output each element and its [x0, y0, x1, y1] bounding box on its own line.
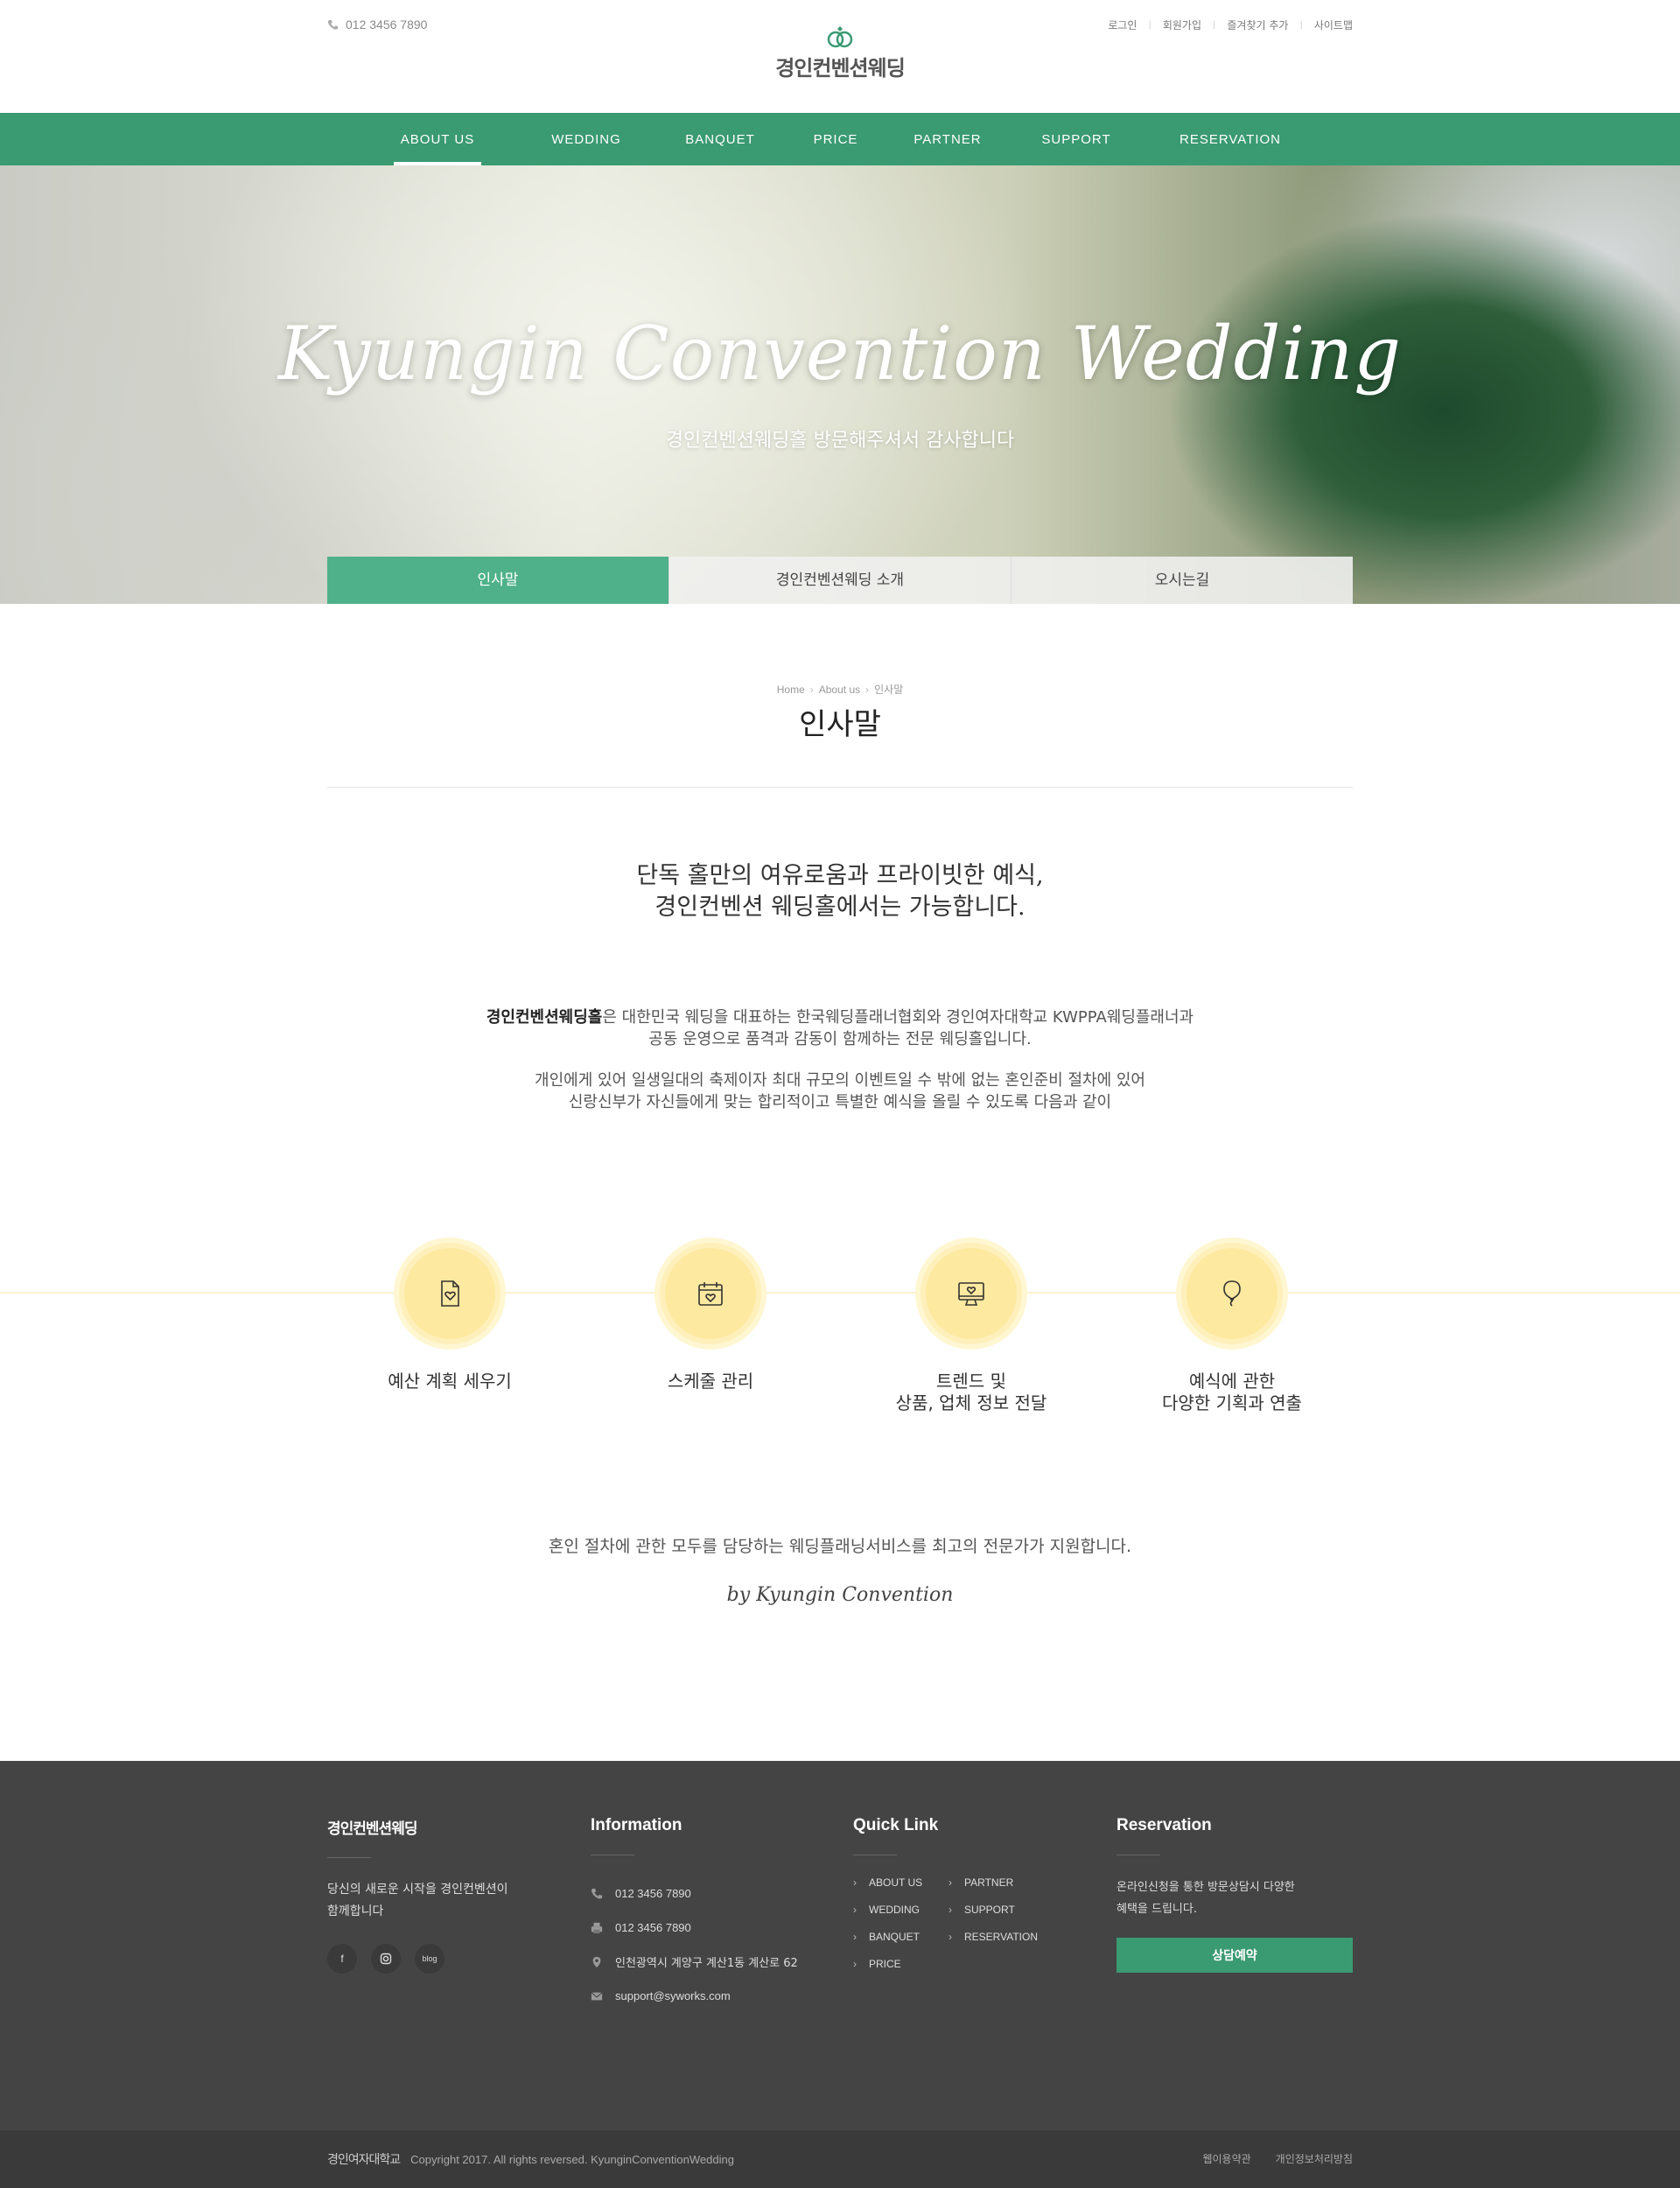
fax-icon: [591, 1922, 603, 1933]
budget-doc-heart-icon: [441, 1280, 459, 1307]
copyright-text: Copyright 2017. All rights reversed. Kyu…: [410, 2152, 734, 2166]
nav-wedding[interactable]: WEDDING: [544, 113, 628, 165]
facebook-icon[interactable]: f: [327, 1944, 357, 1974]
feature-budget: 예산 계획 세우기: [318, 1238, 581, 1392]
social-links: f blog: [327, 1944, 555, 1974]
sub-tabs: 인사말 경인컨벤션웨딩 소개 오시는길: [327, 557, 1353, 604]
feature-schedule: 스케줄 관리: [579, 1238, 842, 1392]
quick-link-reservation[interactable]: RESERVATION: [948, 1931, 1054, 1943]
intro-line-4: 신랑신부가 자신들에게 맞는 합리적이고 특별한 예식을 올릴 수 있도록 다음…: [568, 1093, 1112, 1112]
footer-brand-title: 경인컨벤션웨딩: [327, 1820, 417, 1838]
main-nav: ABOUT US WEDDING BANQUET PRICE PARTNER S…: [0, 113, 1680, 165]
quick-link-price[interactable]: PRICE: [853, 1958, 948, 1970]
nav-about-us[interactable]: ABOUT US: [394, 113, 481, 165]
tab-directions[interactable]: 오시는길: [1011, 557, 1353, 604]
breadcrumb-about[interactable]: About us: [819, 684, 860, 696]
feature-planning: 예식에 관한 다양한 기획과 연출: [1101, 1238, 1363, 1414]
closing-statement: 혼인 절차에 관한 모두를 담당하는 웨딩플래닝서비스를 최고의 전문가가 지원…: [548, 1537, 1132, 1556]
intro-paragraph-1: 경인컨벤션웨딩홀은 대한민국 웨딩을 대표하는 한국웨딩플래너협회와 경인여자대…: [0, 1006, 1680, 1050]
nav-banquet[interactable]: BANQUET: [679, 113, 761, 165]
bottom-left: 경인여자대학교 Copyright 2017. All rights rever…: [327, 2150, 734, 2168]
calendar-heart-icon: [698, 1282, 723, 1306]
terms-link[interactable]: 웹이용약관: [1202, 2151, 1250, 2166]
feature-planning-line-2: 다양한 기획과 연출: [1162, 1392, 1302, 1413]
hero-subtitle: 경인컨벤션웨딩홀 방문해주셔서 감사합니다: [665, 430, 1015, 452]
footer-info-title: Information: [591, 1816, 682, 1834]
footer-resv-line-2: 혜택을 드립니다.: [1116, 1903, 1197, 1916]
feature-trend-line-1: 트렌드 및: [936, 1371, 1006, 1392]
nav-support[interactable]: SUPPORT: [1038, 113, 1115, 165]
quick-link-about-us[interactable]: ABOUT US: [853, 1876, 948, 1889]
headline: 단독 홀만의 여유로움과 프라이빗한 예식, 경인컨벤션 웨딩홀에서는 가능합니…: [0, 860, 1680, 923]
rings-icon: [827, 26, 853, 48]
balloon-icon: [1223, 1280, 1241, 1307]
footer-quick-title: Quick Link: [853, 1816, 939, 1834]
headline-line-1: 단독 홀만의 여유로움과 프라이빗한 예식,: [636, 862, 1044, 889]
nav-partner[interactable]: PARTNER: [910, 113, 985, 165]
footer-about-line-2: 함께합니다: [327, 1904, 384, 1918]
title-divider: [327, 787, 1353, 788]
feature-schedule-line-1: 스케줄 관리: [667, 1371, 754, 1392]
footer-address: 인천광역시 계양구 계산1동 계산로 62: [591, 1945, 836, 1979]
footer-information: Information 012 3456 7890 012 3456 7890 …: [591, 1816, 836, 2013]
logo-text: 경인컨벤션웨딩: [775, 56, 906, 81]
footer-resv-line-1: 온라인신청을 통한 방문상담시 다양한: [1116, 1881, 1295, 1894]
headline-line-2: 경인컨벤션 웨딩홀에서는 가능합니다.: [654, 894, 1026, 921]
signature: by Kyungin Convention: [726, 1584, 954, 1606]
feature-trend-line-2: 상품, 업체 정보 전달: [895, 1392, 1047, 1413]
footer-address-text: 인천광역시 계양구 계산1동 계산로 62: [615, 1957, 798, 1970]
intro-paragraph-2: 개인에게 있어 일생일대의 축제이자 최대 규모의 이벤트일 수 밖에 없는 혼…: [0, 1069, 1680, 1113]
phone-icon: [591, 1888, 603, 1899]
quick-link-support[interactable]: SUPPORT: [948, 1904, 1054, 1916]
footer-about-line-1: 당신의 새로운 시작을 경인컨벤션이: [327, 1883, 508, 1897]
page-title: 인사말: [799, 707, 881, 742]
intro-line-3: 개인에게 있어 일생일대의 축제이자 최대 규모의 이벤트일 수 밖에 없는 혼…: [535, 1071, 1145, 1090]
mail-icon: [591, 1991, 603, 2000]
quick-link-wedding[interactable]: WEDDING: [853, 1904, 948, 1916]
nav-price[interactable]: PRICE: [808, 113, 863, 165]
breadcrumb-home[interactable]: Home: [777, 684, 805, 696]
quick-link-banquet[interactable]: BANQUET: [853, 1931, 948, 1943]
breadcrumb-current: 인사말: [874, 684, 904, 696]
intro-line-2: 공동 운영으로 품격과 감동이 함께하는 전문 웨딩홀입니다.: [648, 1030, 1032, 1048]
bottom-right: 웹이용약관 개인정보처리방침: [1202, 2151, 1353, 2166]
footer-fax-number: 012 3456 7890: [615, 1921, 691, 1934]
blog-icon[interactable]: blog: [415, 1944, 444, 1974]
instagram-icon[interactable]: [371, 1944, 401, 1974]
privacy-link[interactable]: 개인정보처리방침: [1276, 2151, 1353, 2166]
feature-planning-line-1: 예식에 관한: [1188, 1371, 1276, 1392]
footer-email: support@syworks.com: [591, 1979, 836, 2013]
feature-budget-line-1: 예산 계획 세우기: [388, 1371, 512, 1392]
quick-link-partner[interactable]: PARTNER: [948, 1876, 1054, 1889]
map-pin-icon: [592, 1956, 601, 1967]
footer-email-text[interactable]: support@syworks.com: [615, 1989, 731, 2002]
footer-fax: 012 3456 7890: [591, 1911, 836, 1945]
footer-phone-number: 012 3456 7890: [615, 1887, 691, 1900]
intro-line-1: 은 대한민국 웨딩을 대표하는 한국웨딩플래너협회와 경인여자대학교 KWPPA…: [602, 1008, 1194, 1027]
nav-reservation[interactable]: RESERVATION: [1176, 113, 1284, 165]
footer: [0, 1761, 1680, 2130]
feature-trend: 트렌드 및 상품, 업체 정보 전달: [840, 1238, 1102, 1414]
footer-phone: 012 3456 7890: [591, 1876, 836, 1911]
intro-bold-name: 경인컨벤션웨딩홀: [486, 1008, 603, 1027]
footer-quick-links: Quick Link ABOUT US PARTNER WEDDING SUPP…: [853, 1816, 1081, 1970]
monitor-heart-icon: [958, 1282, 984, 1306]
tab-introduction[interactable]: 경인컨벤션웨딩 소개: [668, 557, 1011, 604]
bottom-bar: [0, 2130, 1680, 2188]
footer-about: 경인컨벤션웨딩 당신의 새로운 시작을 경인컨벤션이 함께합니다 f blog: [327, 1816, 555, 1974]
chevron-right-icon: ›: [809, 684, 814, 696]
footer-reservation: Reservation 온라인신청을 통한 방문상담시 다양한 혜택을 드립니다…: [1116, 1816, 1354, 1973]
university-logo: 경인여자대학교: [327, 2153, 401, 2167]
hero-title: Kyungin Convention Wedding: [277, 311, 1403, 396]
site-logo[interactable]: 경인컨벤션웨딩: [0, 26, 1680, 81]
chevron-right-icon: ›: [865, 684, 870, 696]
tab-greeting[interactable]: 인사말: [327, 557, 668, 604]
breadcrumb: Home › About us › 인사말: [0, 682, 1680, 697]
consultation-button[interactable]: 상담예약: [1116, 1938, 1353, 1973]
footer-resv-title: Reservation: [1116, 1816, 1212, 1834]
